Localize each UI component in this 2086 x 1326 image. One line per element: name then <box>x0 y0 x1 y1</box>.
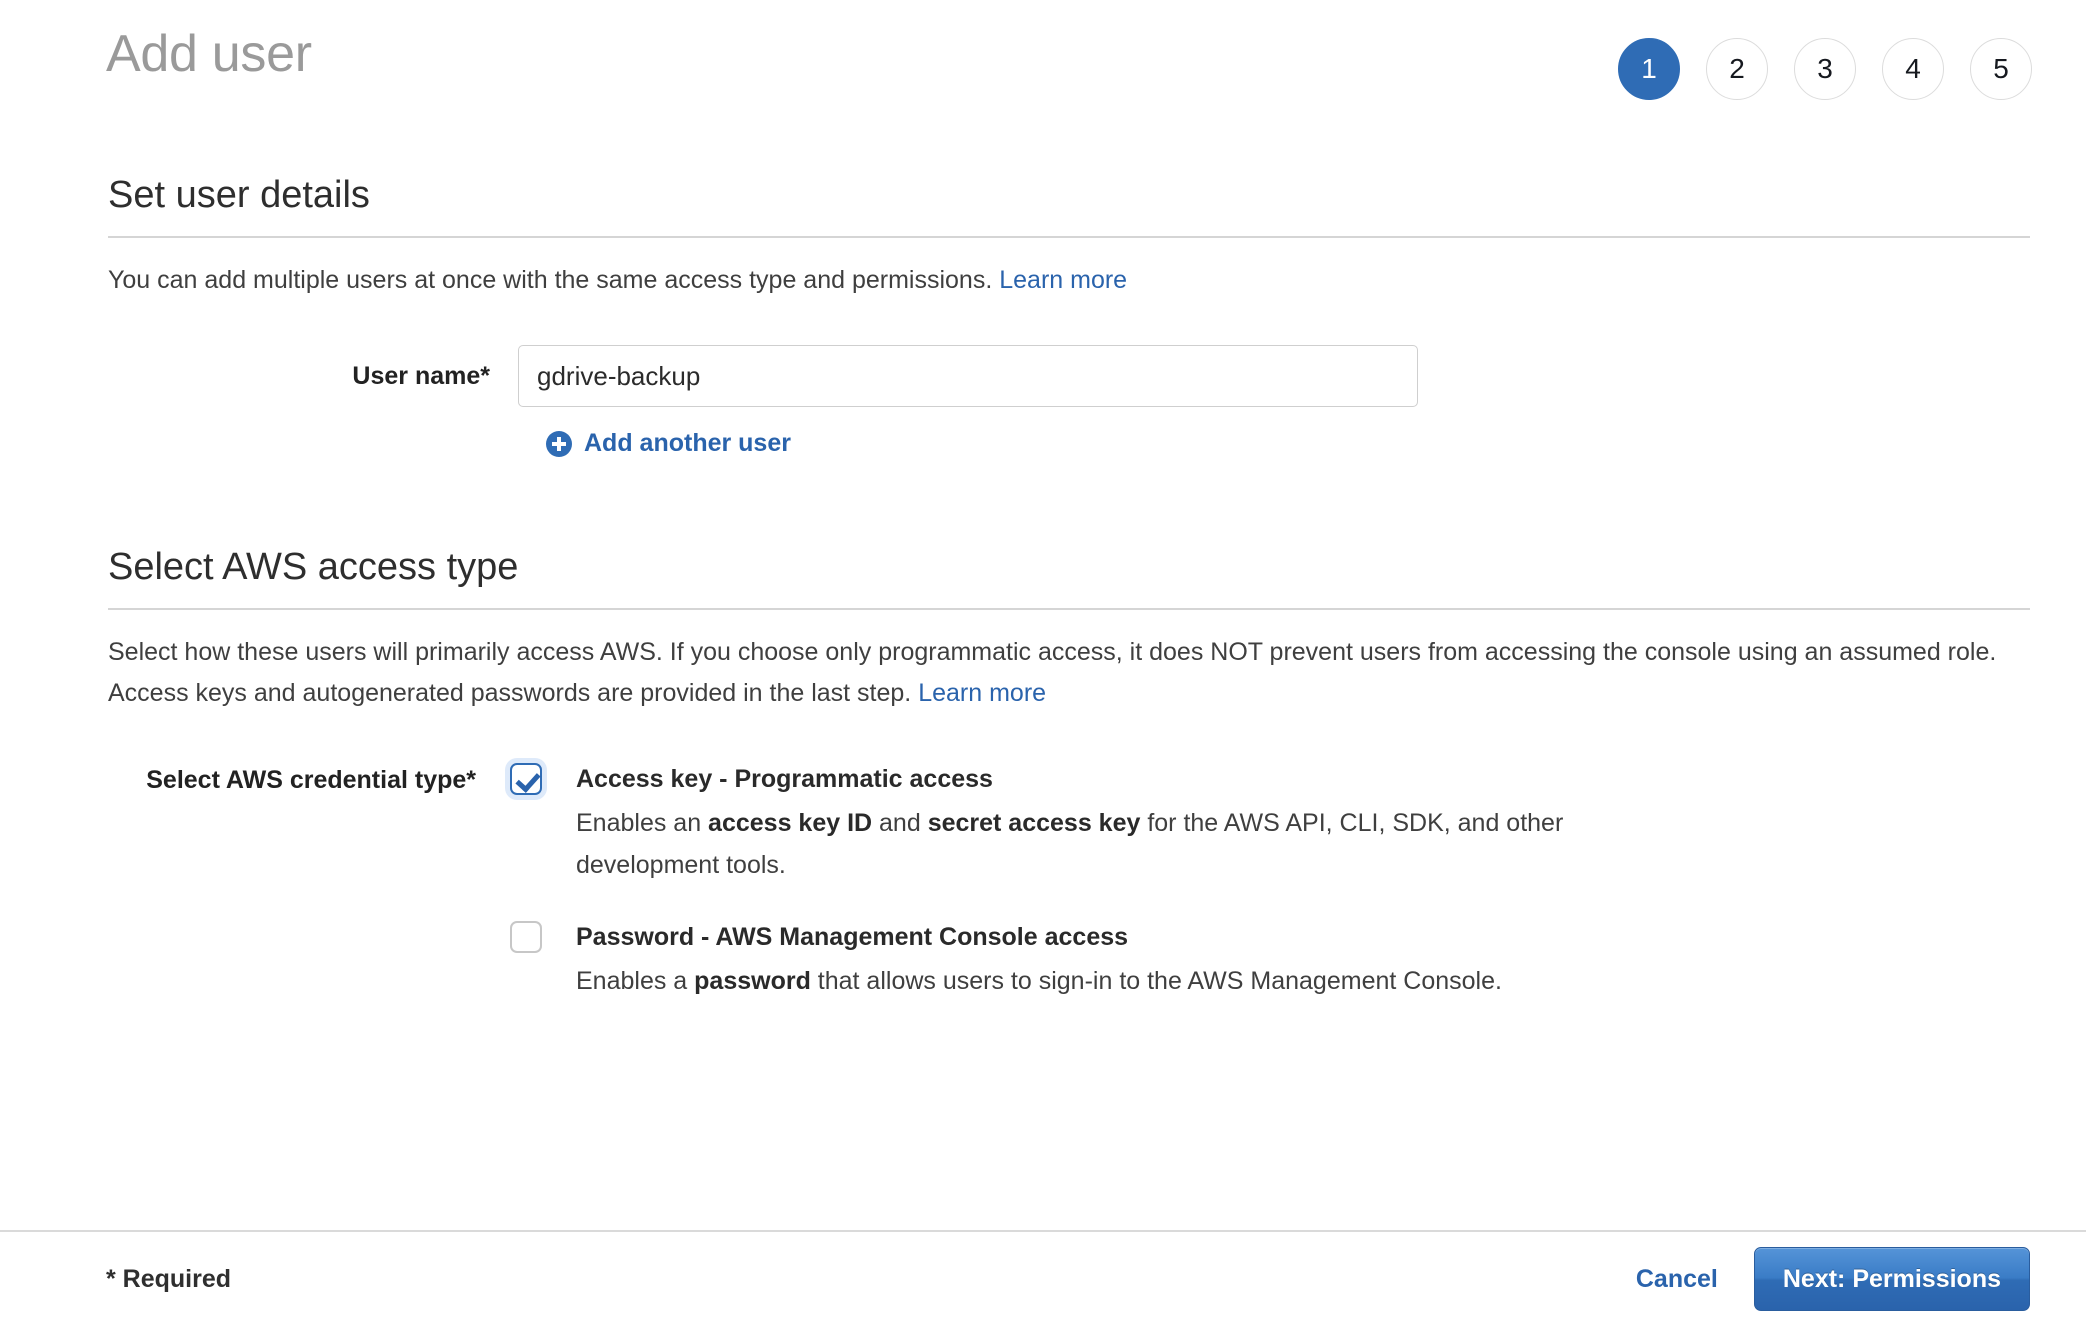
next-permissions-button[interactable]: Next: Permissions <box>1753 1247 2030 1311</box>
page-footer: * Required Cancel Next: Permissions <box>0 1230 2086 1326</box>
desc-bold-1: access key ID <box>708 809 873 837</box>
page-title: Add user <box>106 25 312 83</box>
password-checkbox[interactable] <box>510 921 542 953</box>
desc-part-2: and <box>872 809 928 837</box>
step-3[interactable]: 3 <box>1794 38 1856 100</box>
learn-more-link-details[interactable]: Learn more <box>999 266 1127 294</box>
user-name-row: User name* <box>108 345 2030 407</box>
step-5[interactable]: 5 <box>1970 38 2032 100</box>
add-another-user-button[interactable]: Add another user <box>546 429 791 458</box>
page-header: Add user 1 2 3 4 5 <box>0 0 2086 132</box>
set-user-details-section: Set user details You can add multiple us… <box>108 172 2030 462</box>
desc-part-1: Enables a <box>576 967 695 995</box>
select-access-type-description: Select how these users will primarily ac… <box>108 632 2030 714</box>
credential-option-access-key: Select AWS credential type* Access key -… <box>108 758 2030 886</box>
credential-option-password: Password - AWS Management Console access… <box>108 916 2030 1002</box>
footer-actions: Cancel Next: Permissions <box>1628 1247 2030 1311</box>
step-1[interactable]: 1 <box>1618 38 1680 100</box>
password-title: Password - AWS Management Console access <box>576 923 1129 951</box>
page-content: Set user details You can add multiple us… <box>0 132 2086 1230</box>
plus-circle-icon <box>546 430 572 457</box>
select-access-type-heading: Select AWS access type <box>108 546 519 588</box>
user-name-label: User name* <box>352 362 490 390</box>
section-divider <box>108 236 2030 238</box>
desc-part-2: that allows users to sign-in to the AWS … <box>810 967 1502 995</box>
desc-bold-2: secret access key <box>927 809 1141 837</box>
desc-bold-1: password <box>694 967 811 995</box>
learn-more-link-access[interactable]: Learn more <box>918 679 1046 707</box>
add-another-user-label: Add another user <box>584 429 791 457</box>
step-4[interactable]: 4 <box>1882 38 1944 100</box>
access-key-description: Enables an access key ID and secret acce… <box>576 802 1674 886</box>
set-user-details-heading: Set user details <box>108 174 370 216</box>
credential-type-group: Select AWS credential type* Access key -… <box>108 758 2030 1002</box>
desc-part-1: Enables an <box>576 809 709 837</box>
password-description: Enables a password that allows users to … <box>576 960 1502 1002</box>
credential-option-text: Password - AWS Management Console access… <box>554 916 1502 1002</box>
section-divider <box>108 608 2030 610</box>
credential-option-text: Access key - Programmatic access Enables… <box>554 758 1674 886</box>
access-key-title: Access key - Programmatic access <box>576 765 993 793</box>
step-indicator: 1 2 3 4 5 <box>1618 38 2032 100</box>
add-user-page: Add user 1 2 3 4 5 Set user details You … <box>0 0 2086 1326</box>
required-note: * Required <box>106 1264 232 1293</box>
access-key-checkbox[interactable] <box>510 763 542 795</box>
cancel-button[interactable]: Cancel <box>1628 1259 1726 1300</box>
credential-type-label: Select AWS credential type* <box>146 766 476 794</box>
description-text: You can add multiple users at once with … <box>108 266 993 294</box>
checkbox-cell <box>498 916 554 953</box>
select-access-type-section: Select AWS access type Select how these … <box>108 544 2030 1002</box>
description-text: Select how these users will primarily ac… <box>108 638 1997 707</box>
step-2[interactable]: 2 <box>1706 38 1768 100</box>
checkbox-cell <box>498 758 554 795</box>
user-name-input[interactable] <box>518 345 1418 407</box>
set-user-details-description: You can add multiple users at once with … <box>108 260 2030 301</box>
